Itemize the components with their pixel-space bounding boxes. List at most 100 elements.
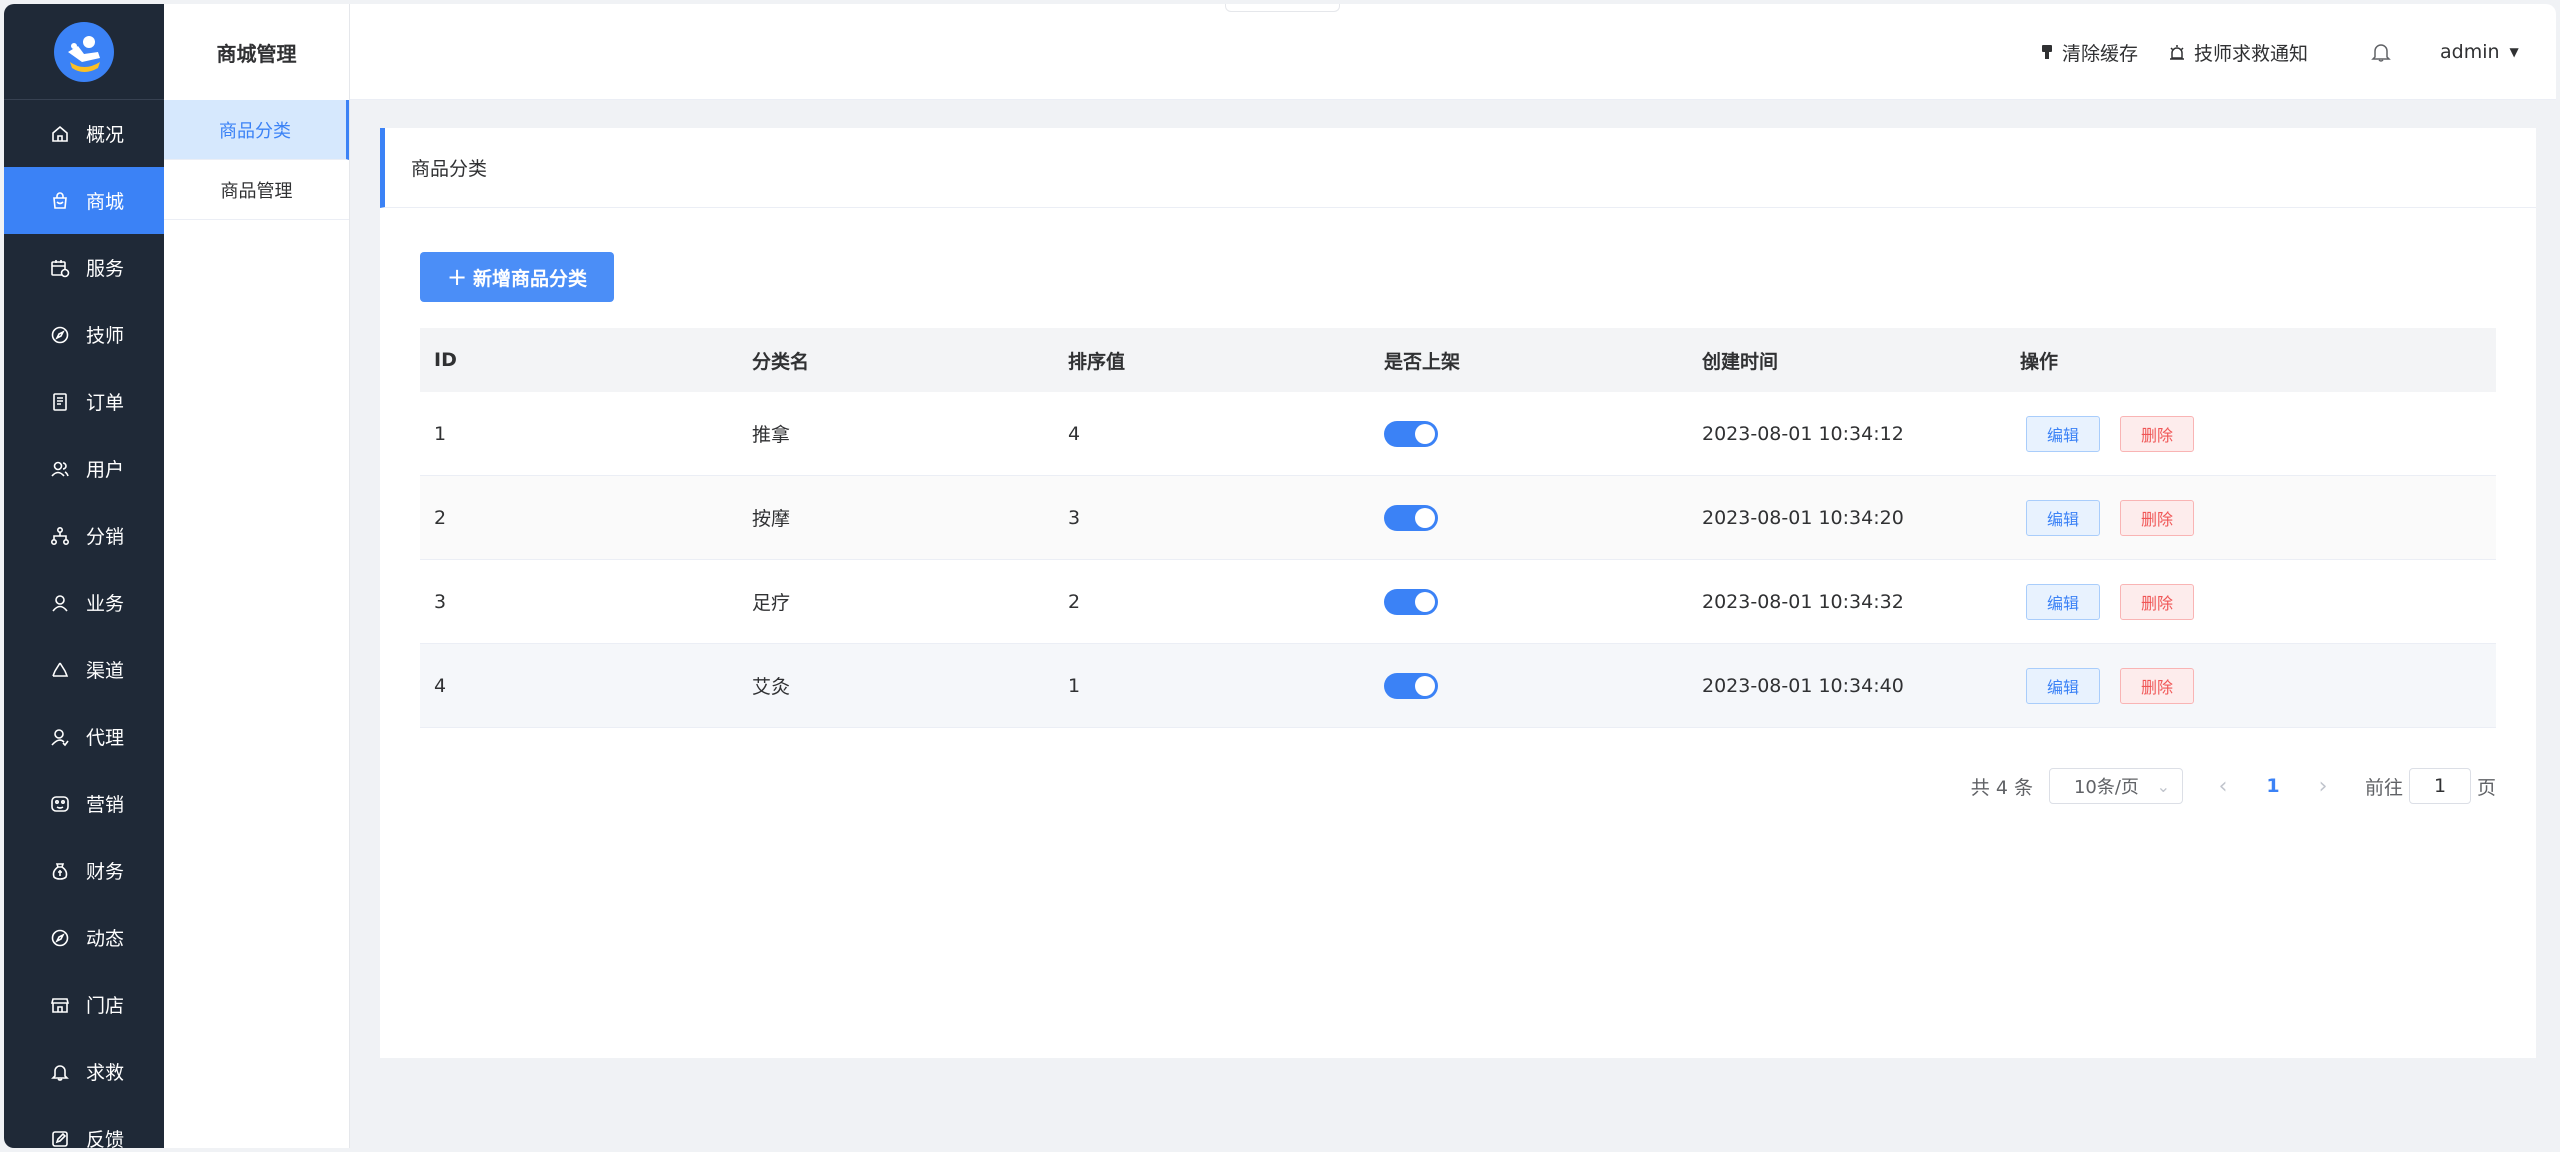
chevron-down-icon: ⌄ <box>2156 777 2170 796</box>
edit-button[interactable]: 编辑 <box>2026 415 2100 452</box>
edit-button[interactable]: 编辑 <box>2026 583 2100 620</box>
username: admin <box>2440 41 2500 63</box>
on-shelf-toggle[interactable] <box>1384 420 1438 447</box>
nav-label: 业务 <box>86 593 125 615</box>
page-number[interactable]: 1 <box>2249 775 2297 797</box>
calendar-clock-icon <box>50 258 70 278</box>
delete-button[interactable]: 删除 <box>2120 415 2194 452</box>
col-header-id: ID <box>434 349 457 371</box>
col-header-actions: 操作 <box>2020 350 2059 373</box>
on-shelf-toggle[interactable] <box>1384 504 1438 531</box>
total-count: 共 4 条 <box>1970 776 2033 799</box>
page-size-value: 10条/页 <box>2073 777 2139 798</box>
nav-label: 代理 <box>86 727 125 749</box>
cell-sort: 1 <box>1068 674 1081 697</box>
cell-name: 按摩 <box>752 508 791 530</box>
clear-cache-button[interactable]: 清除缓存 <box>2040 4 2138 100</box>
goto-prefix: 前往 <box>2364 776 2403 799</box>
page-size-select[interactable]: 10条/页 ⌄ <box>2048 768 2183 804</box>
nav-item-store[interactable]: 门店 <box>4 971 164 1038</box>
nav-label: 服务 <box>86 258 125 280</box>
subnav-item-category[interactable]: 商品分类 <box>164 100 349 160</box>
edit-button[interactable]: 编辑 <box>2026 499 2100 536</box>
sub-nav: 商城管理 商品分类 商品管理 <box>164 4 350 1148</box>
col-header-created: 创建时间 <box>1702 350 1779 373</box>
table-row: 2 按摩 3 2023-08-01 10:34:20 编辑 删除 <box>420 476 2496 560</box>
nav-label: 技师 <box>86 325 125 347</box>
sos-notice-button[interactable]: 技师求救通知 <box>2168 4 2308 100</box>
cell-created: 2023-08-01 10:34:12 <box>1702 422 1904 445</box>
edit-icon <box>50 1129 70 1149</box>
nav-label: 渠道 <box>86 660 125 682</box>
cell-id: 1 <box>434 422 447 445</box>
nav-item-channel[interactable]: 渠道 <box>4 636 164 703</box>
nav-label: 动态 <box>86 928 125 950</box>
table-row: 4 艾灸 1 2023-08-01 10:34:40 编辑 删除 <box>420 644 2496 728</box>
caret-down-icon: ▼ <box>2509 45 2519 59</box>
nav-label: 商城 <box>86 191 125 213</box>
add-category-button[interactable]: + 新增商品分类 <box>420 252 614 302</box>
notification-bell-button[interactable] <box>2370 4 2400 100</box>
col-header-on-shelf: 是否上架 <box>1384 350 1461 373</box>
col-header-sort: 排序值 <box>1068 350 1126 373</box>
delete-button[interactable]: 删除 <box>2120 499 2194 536</box>
nav-label: 反馈 <box>86 1129 125 1148</box>
nav-label: 求救 <box>86 1062 125 1084</box>
cell-created: 2023-08-01 10:34:20 <box>1702 506 1904 529</box>
col-header-name: 分类名 <box>752 350 810 373</box>
delete-button[interactable]: 删除 <box>2120 667 2194 704</box>
cell-created: 2023-08-01 10:34:40 <box>1702 674 1904 697</box>
alarm-icon <box>2168 43 2186 61</box>
cell-name: 足疗 <box>752 592 791 614</box>
nav-item-marketing[interactable]: 营销 <box>4 770 164 837</box>
nav-item-technician[interactable]: 技师 <box>4 301 164 368</box>
prev-page-button[interactable]: ‹ <box>2197 774 2249 799</box>
nav-item-orders[interactable]: 订单 <box>4 368 164 435</box>
on-shelf-toggle[interactable] <box>1384 588 1438 615</box>
nav-item-overview[interactable]: 概况 <box>4 100 164 167</box>
user-check-icon <box>50 727 70 747</box>
user-icon <box>50 593 70 613</box>
next-page-button[interactable]: › <box>2297 774 2349 799</box>
nav-item-distribution[interactable]: 分销 <box>4 502 164 569</box>
pagination: 共 4 条 10条/页 ⌄ ‹ 1 › 前往 1 页 <box>1971 768 2496 804</box>
plus-icon: + <box>446 263 468 291</box>
nav-item-feed[interactable]: 动态 <box>4 904 164 971</box>
delete-button[interactable]: 删除 <box>2120 583 2194 620</box>
money-bag-icon <box>50 861 70 881</box>
nav-item-users[interactable]: 用户 <box>4 435 164 502</box>
bell-icon <box>2370 41 2392 63</box>
collapse-handle[interactable] <box>1225 4 1340 12</box>
subnav-title: 商城管理 <box>216 41 297 66</box>
main-nav: 概况 商城 服务 技师 订单 用户 分销 业务 渠道 代理 营销 财务 动态 门… <box>4 4 164 1148</box>
goto-suffix: 页 <box>2476 776 2496 799</box>
cell-id: 4 <box>434 674 447 697</box>
compass-icon <box>50 928 70 948</box>
nav-item-business[interactable]: 业务 <box>4 569 164 636</box>
user-menu[interactable]: admin ▼ <box>2440 4 2519 100</box>
nav-item-finance[interactable]: 财务 <box>4 837 164 904</box>
table-row: 3 足疗 2 2023-08-01 10:34:32 编辑 删除 <box>420 560 2496 644</box>
top-header: 清除缓存 技师求救通知 admin ▼ <box>350 4 2556 100</box>
clear-cache-label: 清除缓存 <box>2062 42 2139 65</box>
on-shelf-toggle[interactable] <box>1384 672 1438 699</box>
sos-notice-label: 技师求救通知 <box>2194 42 2309 65</box>
nav-item-feedback[interactable]: 反馈 <box>4 1105 164 1148</box>
nav-item-agent[interactable]: 代理 <box>4 703 164 770</box>
home-icon <box>50 124 70 144</box>
table-header: ID 分类名 排序值 是否上架 创建时间 操作 <box>420 328 2496 392</box>
panel-title: 商品分类 <box>380 128 2536 208</box>
subnav-item-products[interactable]: 商品管理 <box>164 160 349 220</box>
nav-label: 分销 <box>86 526 125 548</box>
goto-page-input[interactable]: 1 <box>2408 768 2471 804</box>
document-icon <box>50 392 70 412</box>
app-window: 概况 商城 服务 技师 订单 用户 分销 业务 渠道 代理 营销 财务 动态 门… <box>4 4 2556 1148</box>
edit-button[interactable]: 编辑 <box>2026 667 2100 704</box>
nav-label: 概况 <box>86 124 125 146</box>
nav-item-service[interactable]: 服务 <box>4 234 164 301</box>
cell-id: 2 <box>434 506 447 529</box>
table-row: 1 推拿 4 2023-08-01 10:34:12 编辑 删除 <box>420 392 2496 476</box>
nav-item-sos[interactable]: 求救 <box>4 1038 164 1105</box>
nav-item-mall[interactable]: 商城 <box>4 167 164 234</box>
hierarchy-icon <box>50 526 70 546</box>
